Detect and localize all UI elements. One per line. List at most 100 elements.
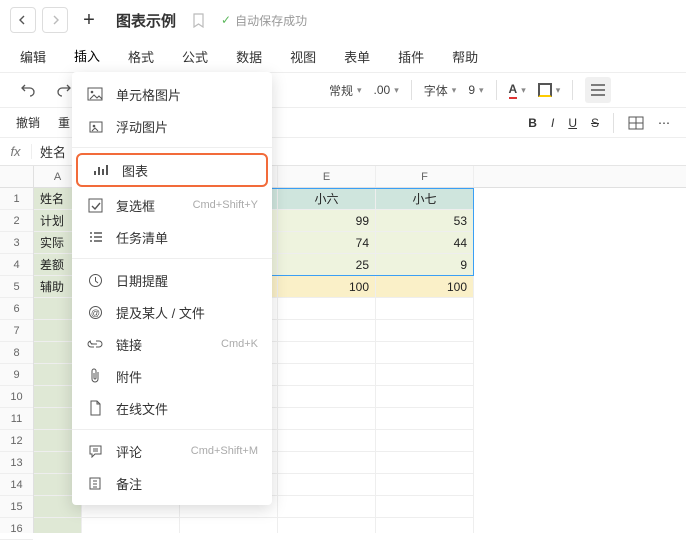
menu-item-image-cell[interactable]: 单元格图片 xyxy=(72,78,272,110)
cell[interactable] xyxy=(278,386,376,408)
onlinefile-icon xyxy=(86,399,104,417)
menu-item-checkbox[interactable]: 复选框Cmd+Shift+Y xyxy=(72,189,272,221)
cell[interactable] xyxy=(376,386,474,408)
cell[interactable] xyxy=(278,496,376,518)
menu-item-mention[interactable]: @提及某人 / 文件 xyxy=(72,296,272,328)
cell[interactable] xyxy=(278,408,376,430)
cell-style-icon[interactable] xyxy=(628,116,644,130)
select-all-corner[interactable] xyxy=(0,166,33,188)
cell[interactable] xyxy=(376,408,474,430)
row-header[interactable]: 7 xyxy=(0,320,33,342)
cell[interactable] xyxy=(376,320,474,342)
bookmark-icon[interactable] xyxy=(192,13,205,28)
row-header[interactable]: 6 xyxy=(0,298,33,320)
cell[interactable] xyxy=(278,474,376,496)
row-header[interactable]: 5 xyxy=(0,276,33,298)
cell[interactable]: 53 xyxy=(376,210,474,232)
row-header[interactable]: 3 xyxy=(0,232,33,254)
row-header[interactable]: 15 xyxy=(0,496,33,518)
bold-button[interactable]: B xyxy=(528,116,537,130)
menu-form[interactable]: 表单 xyxy=(344,47,370,66)
cell[interactable] xyxy=(376,298,474,320)
menu-item-note[interactable]: 备注 xyxy=(72,467,272,499)
cell[interactable]: 74 xyxy=(278,232,376,254)
fill-color-dropdown[interactable]: ▾ xyxy=(538,83,561,97)
font-size-dropdown[interactable]: 9 ▾ xyxy=(468,83,483,97)
cell[interactable] xyxy=(376,452,474,474)
menu-plugin[interactable]: 插件 xyxy=(398,47,424,66)
number-format-dropdown[interactable]: 常规 ▾ xyxy=(329,82,362,99)
cell[interactable] xyxy=(376,518,474,533)
cell[interactable] xyxy=(180,518,278,533)
menu-formula[interactable]: 公式 xyxy=(182,47,208,66)
font-color-dropdown[interactable]: A ▾ xyxy=(509,82,526,99)
menu-view[interactable]: 视图 xyxy=(290,47,316,66)
cell[interactable]: 小六 xyxy=(278,188,376,210)
row-header[interactable]: 9 xyxy=(0,364,33,386)
cell[interactable] xyxy=(278,452,376,474)
row-header[interactable]: 13 xyxy=(0,452,33,474)
row-header[interactable]: 11 xyxy=(0,408,33,430)
cell[interactable]: 25 xyxy=(278,254,376,276)
italic-button[interactable]: I xyxy=(551,116,554,130)
cell[interactable] xyxy=(278,342,376,364)
undo-icon[interactable] xyxy=(16,78,40,102)
decimals-dropdown[interactable]: .00 ▾ xyxy=(374,83,399,97)
nav-forward-button[interactable] xyxy=(42,7,68,33)
row-header[interactable]: 1 xyxy=(0,188,33,210)
menu-item-link[interactable]: 链接Cmd+K xyxy=(72,328,272,360)
cell[interactable] xyxy=(376,474,474,496)
cell[interactable] xyxy=(376,342,474,364)
align-button[interactable] xyxy=(585,77,611,103)
menu-item-onlinefile[interactable]: 在线文件 xyxy=(72,392,272,424)
cell[interactable]: 100 xyxy=(278,276,376,298)
row-header[interactable]: 14 xyxy=(0,474,33,496)
cell[interactable]: 99 xyxy=(278,210,376,232)
column-header[interactable]: F xyxy=(376,166,474,187)
row-header[interactable]: 4 xyxy=(0,254,33,276)
more-icon[interactable]: ⋯ xyxy=(658,116,670,130)
font-family-dropdown[interactable]: 字体 ▾ xyxy=(424,82,457,99)
strike-button[interactable]: S xyxy=(591,116,599,130)
cell[interactable] xyxy=(278,364,376,386)
menu-item-label: 链接 xyxy=(116,335,209,354)
menu-insert[interactable]: 插入 xyxy=(74,46,100,67)
row-header[interactable]: 8 xyxy=(0,342,33,364)
menu-item-list[interactable]: 任务清单 xyxy=(72,221,272,253)
fx-value[interactable]: 姓名 xyxy=(32,142,74,161)
menu-item-clock[interactable]: 日期提醒 xyxy=(72,264,272,296)
menu-item-image-float[interactable]: 浮动图片 xyxy=(72,110,272,142)
menu-help[interactable]: 帮助 xyxy=(452,47,478,66)
nav-back-button[interactable] xyxy=(10,7,36,33)
row-header[interactable]: 12 xyxy=(0,430,33,452)
undo-label[interactable]: 撤销 xyxy=(16,114,40,131)
cell[interactable]: 44 xyxy=(376,232,474,254)
document-title[interactable]: 图表示例 xyxy=(116,10,176,31)
menu-item-comment[interactable]: 评论Cmd+Shift+M xyxy=(72,435,272,467)
cell[interactable] xyxy=(34,518,82,533)
cell[interactable] xyxy=(278,518,376,533)
cell[interactable] xyxy=(278,298,376,320)
cell[interactable] xyxy=(278,430,376,452)
column-header[interactable]: E xyxy=(278,166,376,187)
redo-label[interactable]: 重 xyxy=(58,114,70,131)
row-header[interactable]: 2 xyxy=(0,210,33,232)
cell[interactable] xyxy=(278,320,376,342)
menu-item-chart[interactable]: 图表 xyxy=(76,153,268,187)
menu-data[interactable]: 数据 xyxy=(236,47,262,66)
cell[interactable] xyxy=(376,430,474,452)
menu-edit[interactable]: 编辑 xyxy=(20,47,46,66)
cell[interactable] xyxy=(82,518,180,533)
row-header[interactable]: 10 xyxy=(0,386,33,408)
underline-button[interactable]: U xyxy=(568,116,577,130)
cell[interactable]: 100 xyxy=(376,276,474,298)
cell[interactable] xyxy=(376,496,474,518)
cell[interactable] xyxy=(376,364,474,386)
cell[interactable]: 9 xyxy=(376,254,474,276)
cell[interactable]: 小七 xyxy=(376,188,474,210)
new-tab-button[interactable]: + xyxy=(74,5,104,35)
menu-item-attach[interactable]: 附件 xyxy=(72,360,272,392)
row-header[interactable]: 16 xyxy=(0,518,33,540)
menu-format[interactable]: 格式 xyxy=(128,47,154,66)
insert-menu-dropdown: 单元格图片浮动图片图表复选框Cmd+Shift+Y任务清单日期提醒@提及某人 /… xyxy=(72,72,272,505)
